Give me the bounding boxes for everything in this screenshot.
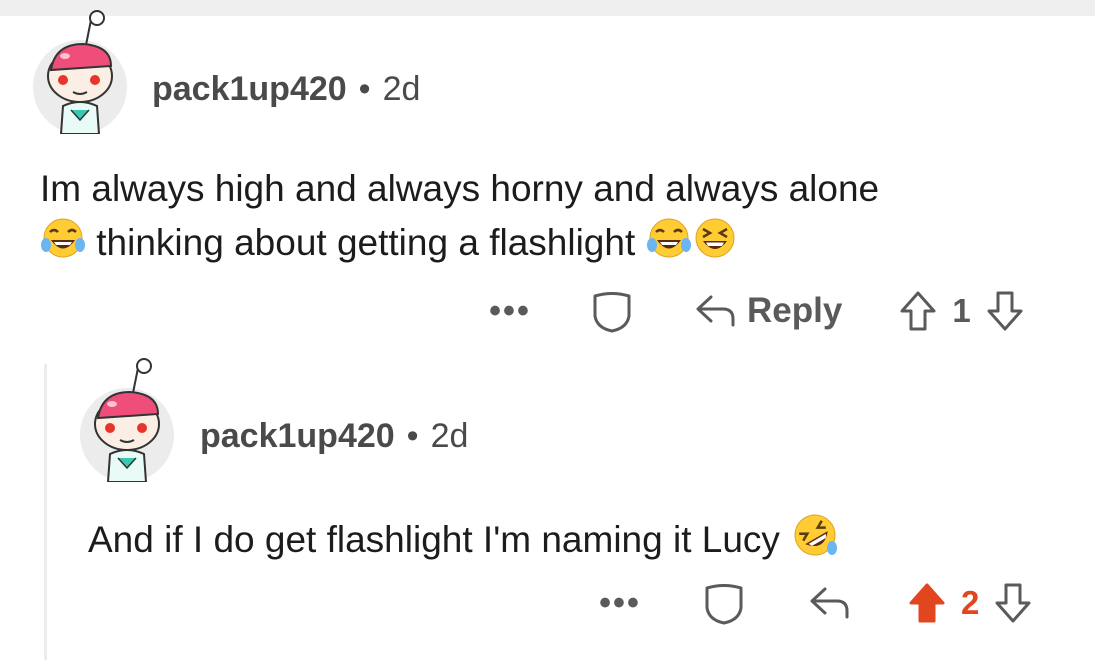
reply-button[interactable]: Reply	[693, 291, 842, 331]
separator-dot: •	[358, 70, 371, 108]
vote-control: 1	[898, 289, 1024, 333]
downvote-arrow-icon[interactable]	[993, 581, 1033, 625]
top-bar	[0, 0, 1095, 16]
vote-count: 2	[961, 584, 980, 621]
reply-arrow-icon	[696, 295, 735, 327]
thread-line[interactable]	[44, 364, 47, 660]
timestamp: 2d	[382, 70, 421, 108]
more-options-button[interactable]: •••	[485, 292, 535, 331]
comment-actions: ••• 2	[595, 580, 1033, 626]
vote-count: 1	[952, 292, 971, 329]
comment-meta: pack1up420 • 2d	[200, 417, 468, 456]
comment-actions: ••• Reply 1	[485, 288, 1025, 334]
comment-body: Im always high and always horny and alwa…	[40, 162, 879, 275]
username[interactable]: pack1up420	[200, 417, 395, 456]
upvote-arrow-icon[interactable]	[898, 289, 938, 333]
comment-meta: pack1up420 • 2d	[152, 70, 420, 109]
comment-body: And if I do get flashlight I'm naming it…	[88, 510, 840, 574]
comment-text-line: thinking about getting a flashlight	[96, 221, 636, 263]
reply-label: Reply	[747, 291, 843, 330]
avatar[interactable]	[33, 10, 127, 134]
shield-icon	[593, 292, 631, 333]
avatar[interactable]	[80, 358, 174, 482]
grinning-squinting-emoji-icon	[692, 215, 738, 275]
username[interactable]: pack1up420	[152, 70, 347, 109]
upvote-arrow-icon-active[interactable]	[907, 581, 947, 625]
separator-dot: •	[406, 417, 419, 455]
comment-text-line: Im always high and always horny and alwa…	[40, 168, 880, 209]
award-button[interactable]	[589, 288, 635, 334]
rolling-on-floor-laughing-emoji-icon	[790, 510, 840, 574]
shield-icon	[705, 584, 743, 625]
more-options-button[interactable]: •••	[595, 584, 645, 623]
reply-arrow-icon	[810, 587, 849, 619]
reply-button[interactable]	[807, 583, 851, 623]
downvote-arrow-icon[interactable]	[985, 289, 1025, 333]
comment-text-line: And if I do get flashlight I'm naming it…	[88, 518, 780, 560]
tears-of-joy-emoji-icon	[40, 215, 86, 275]
tears-of-joy-emoji-icon	[646, 215, 692, 275]
vote-control: 2	[907, 581, 1033, 625]
award-button[interactable]	[701, 580, 747, 626]
timestamp: 2d	[430, 417, 469, 455]
